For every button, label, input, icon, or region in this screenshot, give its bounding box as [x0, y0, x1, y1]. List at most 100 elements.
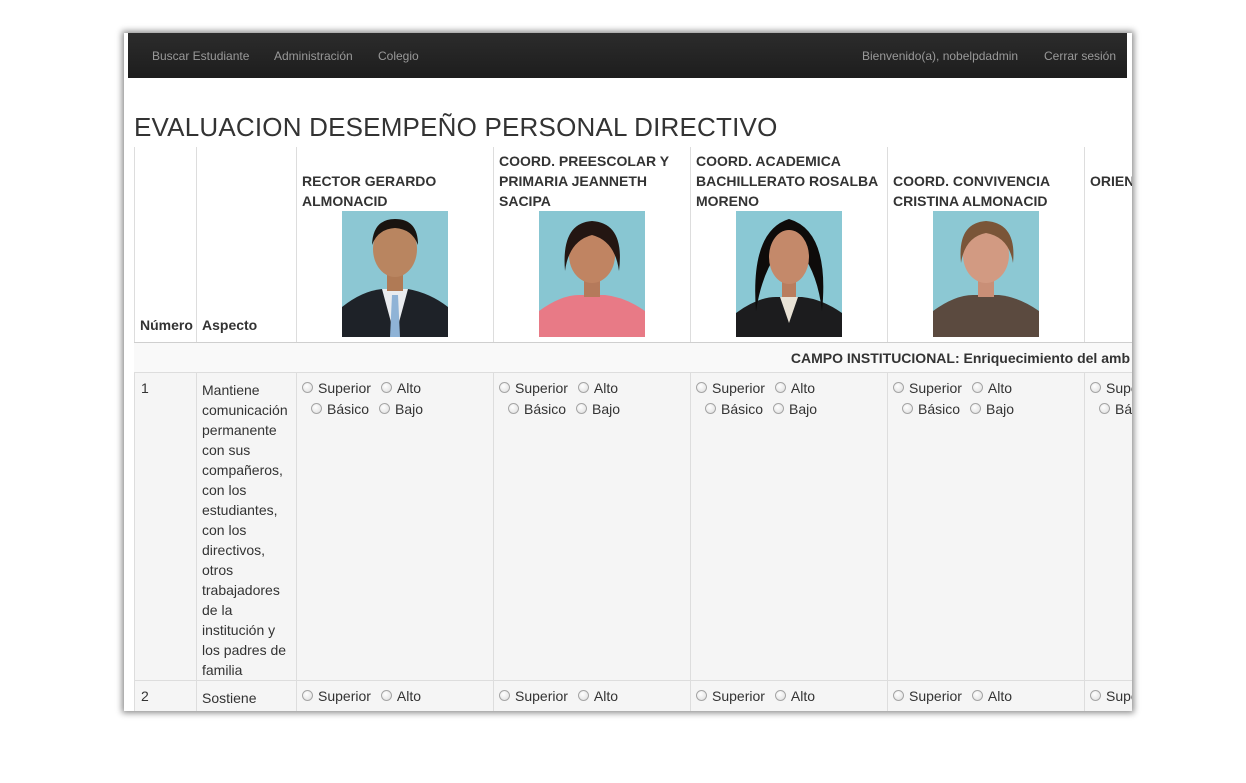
- label-bajo: Bajo: [986, 401, 1015, 417]
- label-superior: Superior: [909, 688, 962, 704]
- radio-superior[interactable]: Superior: [1090, 688, 1132, 704]
- radio-circle[interactable]: [302, 690, 313, 701]
- photo-coord-preescolar: [539, 211, 645, 337]
- label-superior: Superior: [515, 688, 568, 704]
- radio-superior[interactable]: Superior: [499, 688, 568, 704]
- radio-basico[interactable]: Básico: [311, 401, 369, 417]
- radio-basico[interactable]: Básico: [1099, 401, 1132, 417]
- nav-welcome-user[interactable]: Bienvenido(a), nobelpdadmin: [862, 49, 1018, 63]
- label-alto: Alto: [396, 688, 422, 704]
- rating-cell: Superior Alto Básico Bajo: [888, 373, 1085, 680]
- radio-circle[interactable]: [902, 403, 913, 414]
- label-superior: Superior: [318, 688, 371, 704]
- label-alto: Alto: [790, 380, 816, 396]
- radio-circle[interactable]: [696, 382, 707, 393]
- nav-colegio[interactable]: Colegio: [378, 49, 419, 63]
- radio-alto[interactable]: Alto: [380, 688, 422, 704]
- radio-superior[interactable]: Superior: [302, 688, 371, 704]
- person-name-orientacion: ORIENTACION DIANA: [1090, 173, 1132, 189]
- radio-circle[interactable]: [576, 403, 588, 414]
- rating-cell: Superior Alto: [888, 681, 1085, 711]
- radio-superior[interactable]: Superior: [893, 380, 962, 396]
- label-superior: Superior: [909, 380, 962, 396]
- nav-buscar-estudiante[interactable]: Buscar Estudiante: [152, 49, 249, 63]
- radio-basico[interactable]: Básico: [705, 401, 763, 417]
- radio-superior[interactable]: Superior: [1090, 380, 1132, 396]
- radio-circle[interactable]: [1090, 690, 1101, 701]
- page-title: EVALUACION DESEMPEÑO PERSONAL DIRECTIVO: [134, 112, 778, 142]
- nav-logout[interactable]: Cerrar sesión: [1044, 49, 1116, 63]
- radio-superior[interactable]: Superior: [893, 688, 962, 704]
- label-alto: Alto: [987, 380, 1013, 396]
- radio-circle[interactable]: [380, 382, 392, 393]
- radio-circle[interactable]: [893, 690, 904, 701]
- radio-circle[interactable]: [774, 690, 786, 701]
- radio-alto[interactable]: Alto: [577, 380, 618, 396]
- radio-basico[interactable]: Básico: [508, 401, 566, 417]
- table-row: 1 Mantiene comunicación permanente con s…: [134, 373, 1132, 681]
- label-alto: Alto: [593, 688, 619, 704]
- radio-alto[interactable]: Alto: [380, 380, 422, 396]
- radio-bajo[interactable]: Bajo: [576, 401, 620, 417]
- person-name-rector: RECTOR GERARDO ALMONACID: [302, 173, 437, 209]
- label-alto: Alto: [790, 688, 816, 704]
- radio-circle[interactable]: [970, 403, 982, 414]
- radio-alto[interactable]: Alto: [774, 688, 816, 704]
- radio-superior[interactable]: Superior: [302, 380, 371, 396]
- radio-superior[interactable]: Superior: [696, 380, 765, 396]
- radio-circle[interactable]: [971, 690, 983, 701]
- row-aspect-cell: Sostiene relaciones de: [197, 681, 297, 711]
- top-navbar: Buscar Estudiante Administración Colegio…: [128, 33, 1127, 78]
- radio-alto[interactable]: Alto: [971, 688, 1012, 704]
- radio-alto[interactable]: Alto: [577, 688, 619, 704]
- row-number-cell: 1: [134, 373, 197, 680]
- radio-circle[interactable]: [774, 382, 786, 393]
- header-numero-cell: Número: [134, 147, 197, 343]
- radio-circle[interactable]: [499, 382, 510, 393]
- row-aspect-text: Mantiene comunicación permanente con sus…: [202, 382, 288, 678]
- radio-circle[interactable]: [302, 382, 313, 393]
- radio-circle[interactable]: [1099, 403, 1110, 414]
- radio-alto[interactable]: Alto: [971, 380, 1013, 396]
- radio-circle[interactable]: [705, 403, 716, 414]
- radio-superior[interactable]: Superior: [499, 380, 568, 396]
- header-aspecto: Aspecto: [202, 317, 258, 333]
- radio-bajo[interactable]: Bajo: [379, 401, 423, 417]
- rating-cell: Superior Alto: [494, 681, 691, 711]
- radio-circle[interactable]: [971, 382, 983, 393]
- photo-rector: [342, 211, 448, 337]
- label-basico: Básico: [327, 401, 370, 417]
- browser-window: Buscar Estudiante Administración Colegio…: [124, 33, 1132, 711]
- row-aspect-text: Sostiene relaciones de: [202, 690, 285, 711]
- radio-circle[interactable]: [311, 403, 322, 414]
- label-bajo: Bajo: [789, 401, 818, 417]
- radio-bajo[interactable]: Bajo: [970, 401, 1014, 417]
- section-band: CAMPO INSTITUCIONAL: Enriquecimiento del…: [134, 343, 1132, 373]
- radio-circle[interactable]: [499, 690, 510, 701]
- radio-alto[interactable]: Alto: [774, 380, 816, 396]
- radio-circle[interactable]: [380, 690, 392, 701]
- label-superior: Superior: [515, 380, 568, 396]
- nav-administracion[interactable]: Administración: [274, 49, 353, 63]
- radio-bajo[interactable]: Bajo: [773, 401, 817, 417]
- radio-superior[interactable]: Superior: [696, 688, 765, 704]
- radio-circle[interactable]: [696, 690, 707, 701]
- rating-cell: Superior Alto Básico Bajo: [691, 373, 888, 680]
- header-person-4: COORD. CONVIVENCIA CRISTINA ALMONACID: [888, 147, 1085, 343]
- person-name-coord-academica: COORD. ACADEMICA BACHILLERATO ROSALBA MO…: [696, 153, 878, 209]
- radio-circle[interactable]: [893, 382, 904, 393]
- table-row: 2 Sostiene relaciones de Superior Alto Su…: [134, 681, 1132, 711]
- label-superior: Superior: [318, 380, 371, 396]
- label-alto: Alto: [396, 380, 422, 396]
- radio-circle[interactable]: [1090, 382, 1101, 393]
- header-person-3: COORD. ACADEMICA BACHILLERATO ROSALBA MO…: [691, 147, 888, 343]
- radio-basico[interactable]: Básico: [902, 401, 960, 417]
- radio-circle[interactable]: [577, 690, 589, 701]
- radio-circle[interactable]: [773, 403, 785, 414]
- rating-cell: Superior: [1085, 681, 1132, 711]
- radio-circle[interactable]: [379, 403, 391, 414]
- radio-circle[interactable]: [577, 382, 589, 393]
- radio-circle[interactable]: [508, 403, 519, 414]
- label-superior: Superior: [712, 380, 765, 396]
- label-basico: Básico: [524, 401, 567, 417]
